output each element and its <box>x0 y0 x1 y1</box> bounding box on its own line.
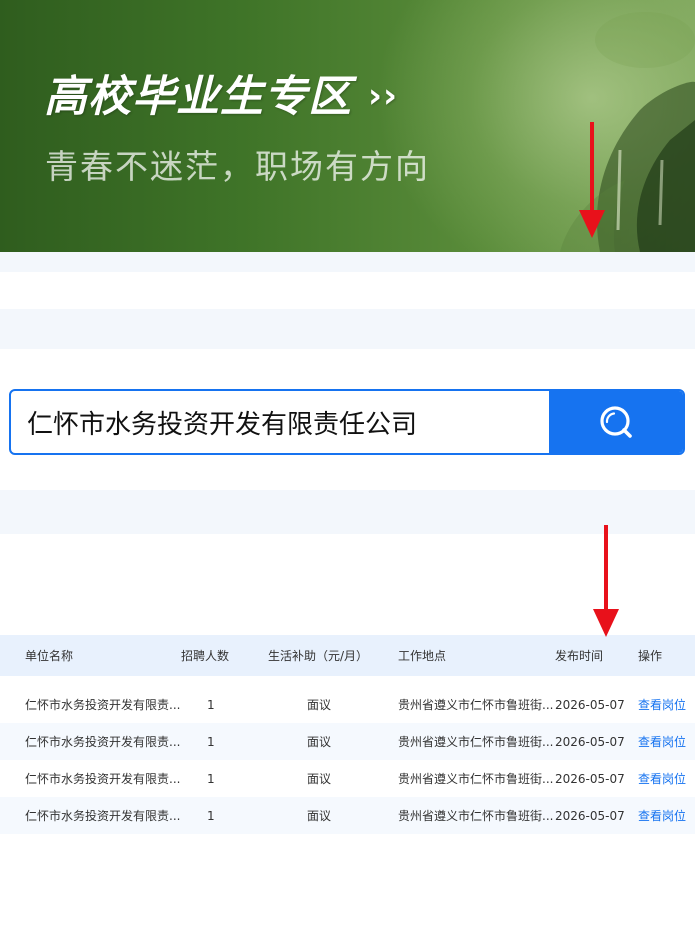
banner-title: 高校毕业生专区 ›› <box>44 62 398 124</box>
row-location: 贵州省遵义市仁怀市鲁班街... <box>398 772 553 786</box>
header-action: 操作 <box>638 649 663 663</box>
row-company: 仁怀市水务投资开发有限责... <box>25 809 180 823</box>
spacer-band <box>0 252 695 272</box>
table-row: 仁怀市水务投资开发有限责... 1 面议 贵州省遵义市仁怀市鲁班街... 202… <box>0 760 695 797</box>
header-count: 招聘人数 <box>181 649 230 663</box>
banner-title-text: 高校毕业生专区 <box>44 72 352 122</box>
search-button[interactable] <box>549 391 683 453</box>
row-date: 2026-05-07 <box>555 735 625 749</box>
row-location: 贵州省遵义市仁怀市鲁班街... <box>398 809 553 823</box>
search-bar <box>9 389 685 455</box>
table-header: 单位名称 招聘人数 生活补助（元/月） 工作地点 发布时间 操作 <box>0 635 695 676</box>
search-input[interactable] <box>11 391 551 453</box>
row-company: 仁怀市水务投资开发有限责... <box>25 698 180 712</box>
row-count: 1 <box>207 809 215 823</box>
red-arrow-icon <box>593 525 619 637</box>
view-position-link[interactable]: 查看岗位 <box>638 696 686 714</box>
table-row: 仁怀市水务投资开发有限责... 1 面议 贵州省遵义市仁怀市鲁班街... 202… <box>0 723 695 760</box>
row-company: 仁怀市水务投资开发有限责... <box>25 772 180 786</box>
row-location: 贵州省遵义市仁怀市鲁班街... <box>398 698 553 712</box>
view-position-link[interactable]: 查看岗位 <box>638 770 686 788</box>
header-subsidy: 生活补助（元/月） <box>268 649 369 663</box>
spacer-band <box>0 309 695 349</box>
row-subsidy: 面议 <box>307 772 332 786</box>
row-count: 1 <box>207 735 215 749</box>
banner-arrow-icon: ›› <box>368 76 399 116</box>
row-date: 2026-05-07 <box>555 772 625 786</box>
table-row: 仁怀市水务投资开发有限责... 1 面议 贵州省遵义市仁怀市鲁班街... 202… <box>0 686 695 723</box>
banner-subtitle: 青春不迷茫，职场有方向 <box>45 147 430 186</box>
red-arrow-icon <box>579 122 605 238</box>
header-company: 单位名称 <box>25 649 74 663</box>
row-count: 1 <box>207 772 215 786</box>
row-location: 贵州省遵义市仁怀市鲁班街... <box>398 735 553 749</box>
header-location: 工作地点 <box>398 649 447 663</box>
row-date: 2026-05-07 <box>555 809 625 823</box>
row-count: 1 <box>207 698 215 712</box>
row-subsidy: 面议 <box>307 698 332 712</box>
row-subsidy: 面议 <box>307 735 332 749</box>
row-company: 仁怀市水务投资开发有限责... <box>25 735 180 749</box>
table-row: 仁怀市水务投资开发有限责... 1 面议 贵州省遵义市仁怀市鲁班街... 202… <box>0 797 695 834</box>
row-subsidy: 面议 <box>307 809 332 823</box>
view-position-link[interactable]: 查看岗位 <box>638 807 686 825</box>
search-icon <box>600 406 632 438</box>
view-position-link[interactable]: 查看岗位 <box>638 733 686 751</box>
page: 高校毕业生专区 ›› 青春不迷茫，职场有方向 单位名称 招聘人数 生活补助（元/月… <box>0 0 695 927</box>
header-date: 发布时间 <box>555 649 604 663</box>
row-date: 2026-05-07 <box>555 698 625 712</box>
